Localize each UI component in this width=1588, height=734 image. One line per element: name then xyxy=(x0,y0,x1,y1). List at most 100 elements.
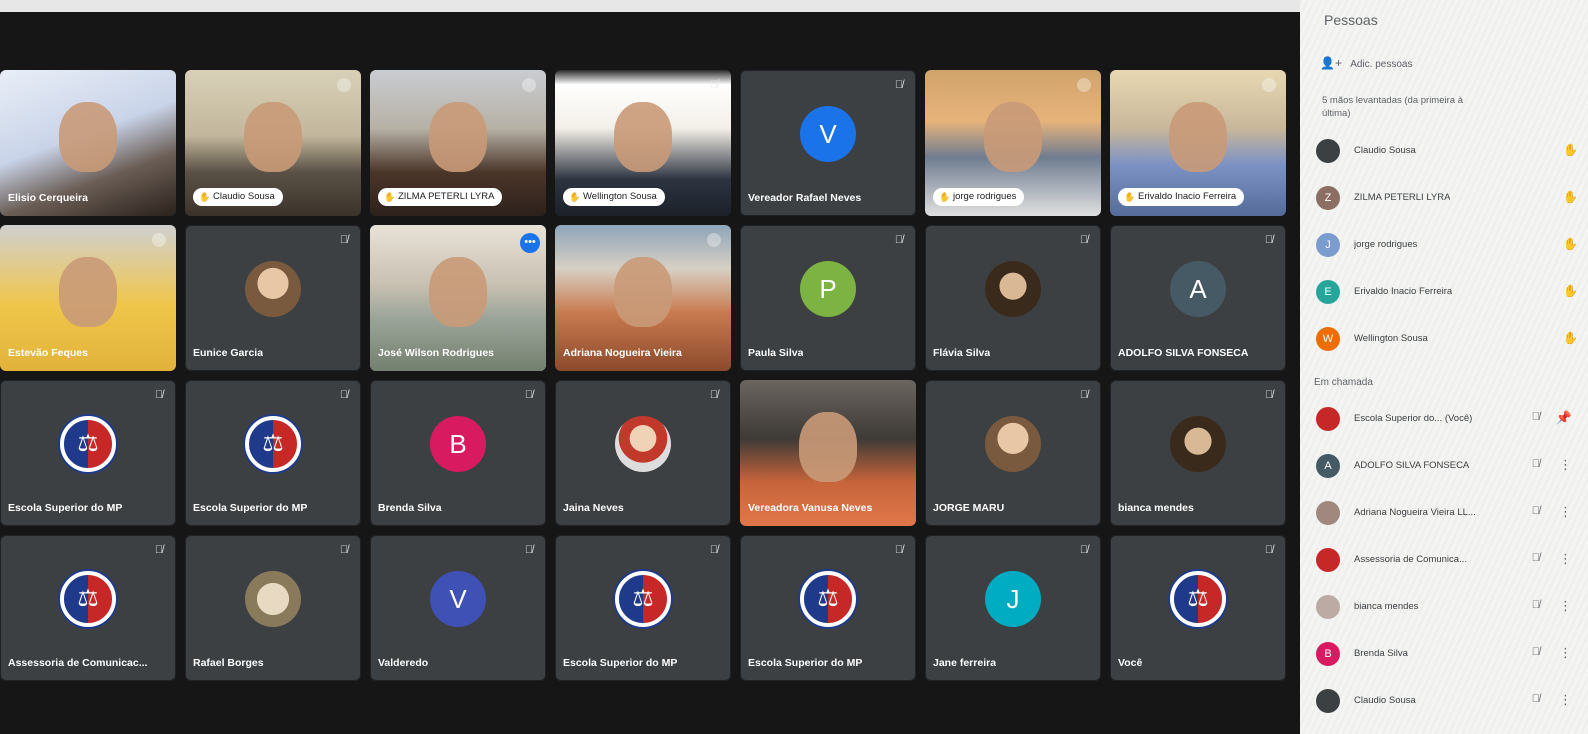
participant-face xyxy=(614,257,672,328)
raised-hand-row[interactable]: Claudio Sousa ✋ xyxy=(1316,136,1582,166)
participant-name: Flávia Silva xyxy=(933,347,991,359)
institution-logo-avatar xyxy=(615,571,671,628)
participant-row[interactable]: Adriana Nogueira Vieira LL... 🎙̸ ⋮ xyxy=(1316,498,1582,528)
participant-photo-avatar xyxy=(985,416,1041,473)
more-options-icon[interactable]: ⋮ xyxy=(1559,551,1572,567)
mic-off-icon: 🎙̸ xyxy=(1531,458,1540,470)
participant-tile[interactable]: V 🎙̸ Valderedo xyxy=(370,535,546,681)
participant-name: Escola Superior do MP xyxy=(193,502,308,514)
participant-tile[interactable]: jorge rodrigues xyxy=(925,70,1101,216)
participant-face xyxy=(59,257,117,328)
avatar xyxy=(1316,548,1340,572)
mic-off-icon: 🎙̸ xyxy=(1531,411,1540,423)
participant-tile[interactable]: 🎙̸ Escola Superior do MP xyxy=(0,380,176,526)
hand-raised-icon[interactable]: ✋ xyxy=(1563,331,1578,345)
participant-tile[interactable]: J 🎙̸ Jane ferreira xyxy=(925,535,1101,681)
participant-tile[interactable]: ••• José Wilson Rodrigues xyxy=(370,225,546,371)
audio-level-icon xyxy=(1077,78,1091,92)
participant-initial-avatar: A xyxy=(1170,261,1226,318)
avatar xyxy=(1316,501,1340,525)
raised-hands-heading: 5 mãos levantadas (da primeira à última) xyxy=(1322,95,1463,119)
raised-hand-row[interactable]: E Erivaldo Inacio Ferreira ✋ xyxy=(1316,277,1582,307)
audio-level-icon xyxy=(522,78,536,92)
participant-tile[interactable]: 🎙̸ Rafael Borges xyxy=(185,535,361,681)
participant-tile[interactable]: Claudio Sousa xyxy=(185,70,361,216)
raised-hand-row[interactable]: W Wellington Sousa ✋ xyxy=(1316,324,1582,354)
raised-hand-row[interactable]: Jjorge rodrigues ✋ xyxy=(1316,230,1582,260)
participant-tile[interactable]: 🎙̸ Escola Superior do MP xyxy=(555,535,731,681)
mic-off-icon: 🎙̸ xyxy=(1531,505,1540,517)
participant-grid: Elisio Cerqueira Claudio Sousa ZILMA PETER… xyxy=(0,70,1292,681)
participant-row[interactable]: B Brenda Silva 🎙̸ ⋮ xyxy=(1316,639,1582,669)
participant-tile[interactable]: V 🎙̸ Vereador Rafael Neves xyxy=(740,70,916,216)
participant-name: José Wilson Rodrigues xyxy=(378,347,495,359)
participant-name: ZILMA PETERLI LYRA xyxy=(378,188,503,206)
more-options-icon[interactable]: ⋮ xyxy=(1559,692,1572,708)
more-options-icon[interactable]: ⋮ xyxy=(1559,504,1572,520)
participant-tile[interactable]: 🎙̸ Você xyxy=(1110,535,1286,681)
mic-off-icon: 🎙̸ xyxy=(1079,234,1089,246)
participant-name: bianca mendes xyxy=(1118,502,1194,514)
participant-tile[interactable]: ZILMA PETERLI LYRA xyxy=(370,70,546,216)
mic-off-icon: 🎙̸ xyxy=(339,544,349,556)
institution-logo-avatar xyxy=(60,571,116,628)
participant-face xyxy=(1169,102,1227,173)
participant-name: Você xyxy=(1118,657,1143,669)
more-options-icon[interactable]: ⋮ xyxy=(1559,645,1572,661)
participant-name: Rafael Borges xyxy=(193,657,264,669)
participant-tile[interactable]: B 🎙̸ Brenda Silva xyxy=(370,380,546,526)
participant-row[interactable]: Claudio Sousa 🎙̸ ⋮ xyxy=(1316,686,1582,716)
participant-tile[interactable]: 🎙̸ Eunice Garcia xyxy=(185,225,361,371)
participant-name: Jane ferreira xyxy=(933,657,997,669)
audio-level-icon xyxy=(707,233,721,247)
participant-name: Brenda Silva xyxy=(378,502,442,514)
participant-tile[interactable]: 🎙̸ Wellington Sousa xyxy=(555,70,731,216)
participant-tile[interactable]: Erivaldo Inacio Ferreira xyxy=(1110,70,1286,216)
participant-name: Paula Silva xyxy=(748,347,804,359)
participant-tile[interactable]: 🎙̸ bianca mendes xyxy=(1110,380,1286,526)
participant-tile[interactable]: P 🎙̸ Paula Silva xyxy=(740,225,916,371)
participant-tile[interactable]: Adriana Nogueira Vieira xyxy=(555,225,731,371)
mic-off-icon: 🎙̸ xyxy=(894,79,904,91)
hand-raised-icon[interactable]: ✋ xyxy=(1563,143,1578,157)
participant-tile[interactable]: 🎙̸ Escola Superior do MP xyxy=(185,380,361,526)
institution-logo-avatar xyxy=(1170,571,1226,628)
raised-hand-row[interactable]: Z ZILMA PETERLI LYRA ✋ xyxy=(1316,183,1582,213)
participant-name: Erivaldo Inacio Ferreira xyxy=(1118,188,1245,206)
participant-tile[interactable]: 🎙̸ Jaina Neves xyxy=(555,380,731,526)
audio-level-icon xyxy=(337,78,351,92)
participant-tile[interactable]: 🎙̸ Flávia Silva xyxy=(925,225,1101,371)
participant-name: Wellington Sousa xyxy=(563,188,665,206)
avatar: B xyxy=(1316,642,1340,666)
participant-tile[interactable]: 🎙̸ JORGE MARU xyxy=(925,380,1101,526)
pin-icon[interactable]: 📌 xyxy=(1556,410,1572,426)
participant-tile[interactable]: 🎙̸ Escola Superior do MP xyxy=(740,535,916,681)
audio-level-icon xyxy=(1262,78,1276,92)
mic-off-icon: 🎙̸ xyxy=(1079,389,1089,401)
more-options-icon[interactable]: ⋮ xyxy=(1559,598,1572,614)
mic-off-icon: 🎙̸ xyxy=(894,234,904,246)
add-people-button[interactable]: 👤+ Adic. pessoas xyxy=(1320,56,1412,70)
participant-name: Vereador Rafael Neves xyxy=(748,192,862,204)
mic-off-icon: 🎙̸ xyxy=(709,389,719,401)
participant-tile[interactable]: Estevão Feques xyxy=(0,225,176,371)
audio-level-icon xyxy=(152,233,166,247)
participant-initial-avatar: V xyxy=(430,571,486,628)
mic-off-icon: 🎙̸ xyxy=(1264,234,1274,246)
hand-raised-icon[interactable]: ✋ xyxy=(1563,190,1578,204)
participant-row[interactable]: A ADOLFO SILVA FONSECA 🎙̸ ⋮ xyxy=(1316,451,1582,481)
participant-name: Claudio Sousa xyxy=(1354,145,1416,156)
participant-name: Vereadora Vanusa Neves xyxy=(748,502,873,514)
participant-row[interactable]: Escola Superior do... (Você) 🎙̸ 📌 xyxy=(1316,404,1582,434)
more-options-icon[interactable]: ⋮ xyxy=(1559,457,1572,473)
participant-tile[interactable]: Elisio Cerqueira xyxy=(0,70,176,216)
participant-tile[interactable]: 🎙̸ Assessoria de Comunicac... xyxy=(0,535,176,681)
mic-off-icon: 🎙̸ xyxy=(339,389,349,401)
hand-raised-icon[interactable]: ✋ xyxy=(1563,237,1578,251)
participant-row[interactable]: bianca mendes 🎙̸ ⋮ xyxy=(1316,592,1582,622)
participant-tile[interactable]: A 🎙̸ ADOLFO SILVA FONSECA xyxy=(1110,225,1286,371)
participant-tile[interactable]: Vereadora Vanusa Neves xyxy=(740,380,916,526)
participant-face xyxy=(429,257,487,328)
participant-row[interactable]: Assessoria de Comunica... 🎙̸ ⋮ xyxy=(1316,545,1582,575)
hand-raised-icon[interactable]: ✋ xyxy=(1563,284,1578,298)
